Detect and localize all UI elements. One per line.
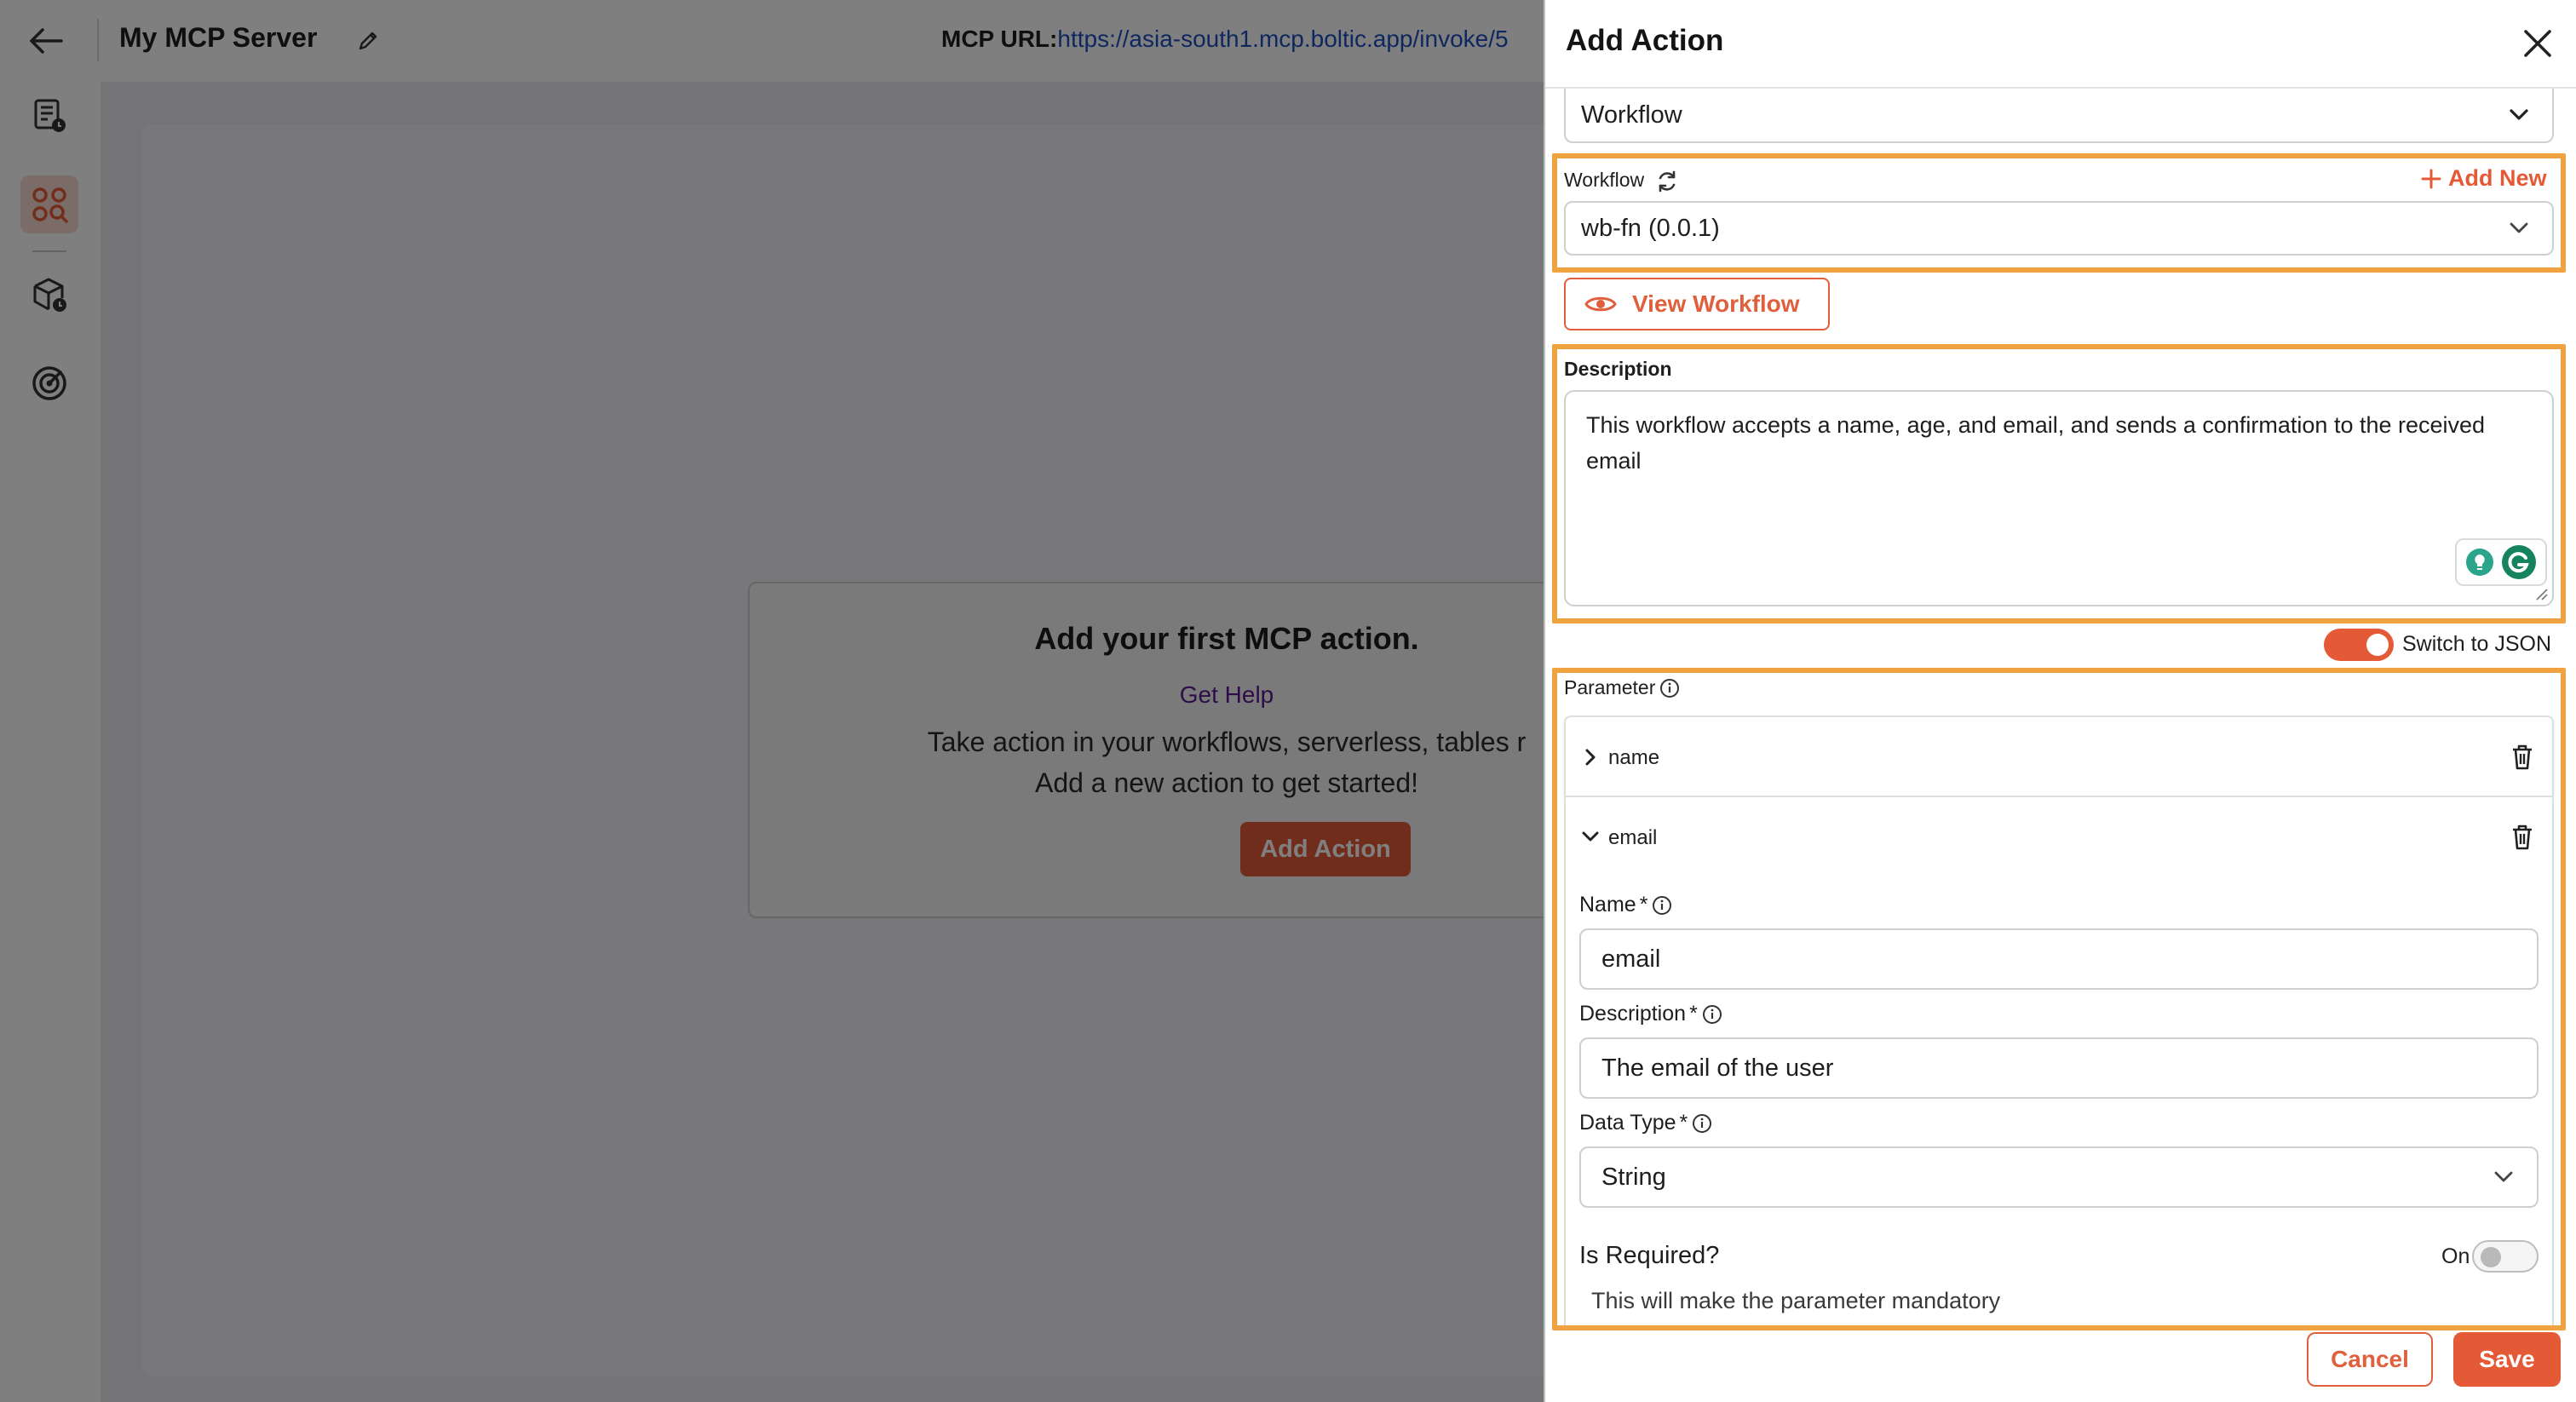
is-required-toggle[interactable] (2472, 1240, 2539, 1273)
is-required-state-label: On (2441, 1244, 2470, 1268)
add-new-label: Add New (2448, 165, 2547, 191)
chevron-right-icon[interactable] (1579, 746, 1601, 768)
parameter-name-label: name (1608, 746, 1660, 769)
grammarly-icon (2502, 545, 2536, 579)
close-icon[interactable] (2518, 24, 2557, 63)
description-label: Description (1564, 358, 1672, 380)
param-data-type-value: String (1601, 1163, 1666, 1191)
is-required-label: Is Required? (1579, 1242, 1720, 1269)
parameter-header: Parameter (1564, 676, 1681, 699)
toggle-knob (2366, 634, 2389, 656)
parameter-email-label: email (1608, 826, 1658, 849)
description-text: This workflow accepts a name, age, and e… (1586, 412, 2486, 474)
toggle-knob (2481, 1247, 2501, 1267)
switch-to-json-label: Switch to JSON (2402, 632, 2552, 656)
modal-overlay[interactable] (0, 0, 1544, 1402)
param-description-label: Description * (1579, 1002, 1723, 1026)
add-new-workflow-button[interactable]: Add New (2421, 165, 2547, 192)
is-required-hint: This will make the parameter mandatory (1591, 1288, 2001, 1313)
workflow-select[interactable]: wb-fn (0.0.1) (1564, 201, 2554, 256)
save-button[interactable]: Save (2453, 1332, 2561, 1387)
info-icon[interactable] (1659, 677, 1681, 699)
description-textarea[interactable]: This workflow accepts a name, age, and e… (1564, 390, 2554, 606)
view-workflow-label: View Workflow (1632, 290, 1800, 317)
param-description-label-text: Description (1579, 1002, 1687, 1026)
trash-icon[interactable] (2508, 823, 2537, 852)
info-icon[interactable] (1651, 894, 1673, 916)
lightbulb-icon (2466, 549, 2493, 576)
required-marker: * (1639, 893, 1648, 916)
chevron-down-icon (2508, 107, 2530, 123)
action-type-value: Workflow (1581, 101, 1682, 129)
required-marker: * (1679, 1111, 1688, 1135)
parameter-row-name[interactable]: name (1564, 715, 2554, 797)
chevron-down-icon (2508, 221, 2530, 236)
workflow-label-text: Workflow (1564, 169, 1645, 191)
drawer-title: Add Action (1566, 24, 1724, 57)
info-icon[interactable] (1691, 1112, 1713, 1135)
view-workflow-button[interactable]: View Workflow (1564, 278, 1830, 330)
workflow-label: Workflow (1564, 169, 1679, 193)
refresh-icon[interactable] (1655, 170, 1679, 193)
grammarly-widget[interactable] (2455, 538, 2547, 586)
workflow-select-value: wb-fn (0.0.1) (1581, 214, 1720, 242)
trash-icon[interactable] (2508, 743, 2537, 772)
param-name-input[interactable]: email (1579, 928, 2539, 990)
parameter-label: Parameter (1564, 676, 1656, 698)
resize-handle-icon[interactable] (2533, 586, 2549, 601)
param-description-input[interactable]: The email of the user (1579, 1037, 2539, 1099)
chevron-down-icon[interactable] (1579, 826, 1601, 848)
action-type-select[interactable]: Workflow (1564, 89, 2554, 143)
param-name-label-text: Name (1579, 893, 1636, 916)
plus-icon (2421, 169, 2441, 188)
param-name-label: Name * (1579, 893, 1673, 917)
param-data-type-label-text: Data Type (1579, 1111, 1676, 1135)
cancel-button[interactable]: Cancel (2307, 1332, 2433, 1387)
switch-to-json-toggle[interactable] (2324, 629, 2394, 661)
eye-icon (1584, 296, 1617, 312)
param-data-type-label: Data Type * (1579, 1111, 1713, 1135)
param-data-type-select[interactable]: String (1579, 1146, 2539, 1208)
drawer-header: Add Action (1545, 0, 2576, 89)
chevron-down-icon (2493, 1169, 2515, 1185)
info-icon[interactable] (1701, 1003, 1723, 1026)
required-marker: * (1689, 1002, 1698, 1026)
